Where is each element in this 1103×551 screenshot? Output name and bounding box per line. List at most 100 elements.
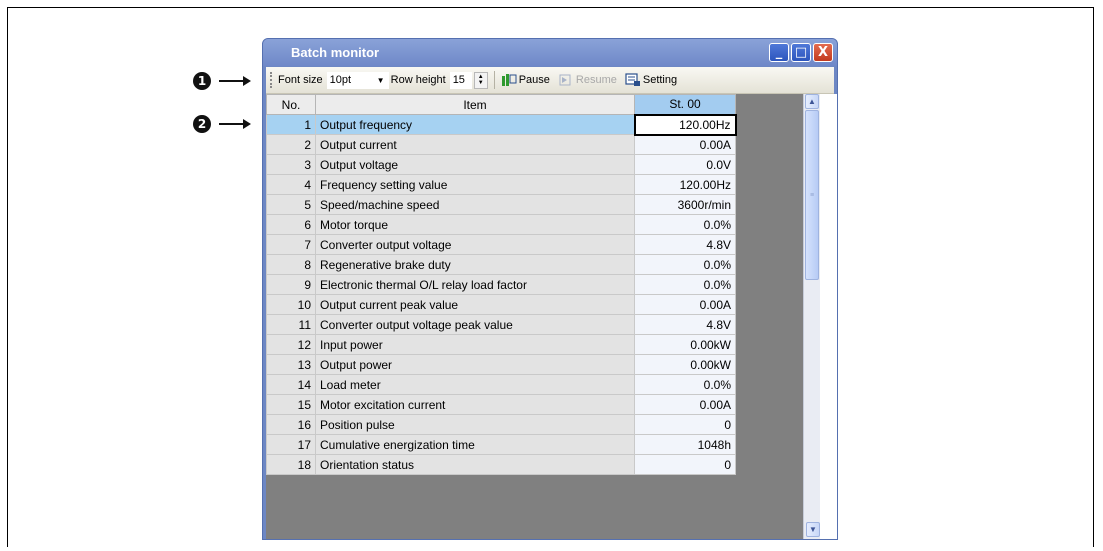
scroll-down-icon[interactable]: ▼ [806,522,820,537]
chevron-down-icon: ▼ [376,75,385,85]
table-row[interactable]: 14 Load meter 0.0% [266,374,736,395]
row-value[interactable]: 0.00A [634,134,736,155]
row-value[interactable]: 0 [634,414,736,435]
row-item: Position pulse [315,414,635,435]
row-item: Input power [315,334,635,355]
row-number: 4 [266,174,316,195]
toolbar-grip-icon[interactable] [270,72,275,88]
table-row[interactable]: 12 Input power 0.00kW [266,334,736,355]
row-value[interactable]: 0.0% [634,274,736,295]
row-number: 11 [266,314,316,335]
resume-button[interactable]: Resume [558,73,617,87]
maximize-button[interactable]: □ [791,43,811,62]
setting-icon [625,73,640,86]
setting-button[interactable]: Setting [625,73,677,87]
scroll-up-icon[interactable]: ▲ [805,94,819,109]
row-item: Output power [315,354,635,375]
row-value[interactable]: 0.00A [634,294,736,315]
table-row[interactable]: 2 Output current 0.00A [266,134,736,155]
batch-monitor-window: Batch monitor _ □ X Font size 10pt ▼ Row… [262,38,838,540]
row-height-input[interactable]: 15 [449,71,472,89]
row-value[interactable]: 0 [634,454,736,475]
row-value[interactable]: 0.0% [634,254,736,275]
row-number: 10 [266,294,316,315]
table-row[interactable]: 18 Orientation status 0 [266,454,736,475]
row-value[interactable]: 120.00Hz [633,113,737,136]
row-number: 13 [266,354,316,375]
row-value[interactable]: 4.8V [634,314,736,335]
table-row[interactable]: 4 Frequency setting value 120.00Hz [266,174,736,195]
scroll-thumb[interactable]: ≡ [805,110,819,280]
row-item: Converter output voltage peak value [315,314,635,335]
table-row[interactable]: 5 Speed/machine speed 3600r/min [266,194,736,215]
window-empty-area [820,94,837,539]
table-row[interactable]: 1 Output frequency 120.00Hz [266,113,737,136]
title-bar[interactable]: Batch monitor _ □ X [263,39,837,66]
row-number: 1 [266,114,316,135]
column-header-station[interactable]: St. 00 [634,94,736,115]
table-row[interactable]: 16 Position pulse 0 [266,414,736,435]
row-value[interactable]: 120.00Hz [634,174,736,195]
toolbar: Font size 10pt ▼ Row height 15 ▲ ▼ Pause … [266,67,834,94]
setting-label: Setting [642,74,678,86]
callout-2: 2 [193,115,251,133]
row-item: Output current [315,134,635,155]
close-button[interactable]: X [813,43,833,62]
row-item: Motor excitation current [315,394,635,415]
table-row[interactable]: 7 Converter output voltage 4.8V [266,234,736,255]
row-item: Output current peak value [315,294,635,315]
column-header-item[interactable]: Item [315,94,635,115]
row-number: 6 [266,214,316,235]
window-controls: _ □ X [769,43,833,62]
row-value[interactable]: 4.8V [634,234,736,255]
window-title: Batch monitor [291,45,380,60]
monitor-table: No. Item St. 00 1 Output frequency 120.00H… [266,94,737,475]
row-item: Regenerative brake duty [315,254,635,275]
row-value[interactable]: 0.00A [634,394,736,415]
row-item: Frequency setting value [315,174,635,195]
row-value[interactable]: 0.0% [634,374,736,395]
row-number: 14 [266,374,316,395]
callout-number: 2 [193,115,211,133]
row-number: 16 [266,414,316,435]
row-height-label: Row height [390,74,446,86]
minimize-button[interactable]: _ [769,43,789,62]
table-row[interactable]: 10 Output current peak value 0.00A [266,294,736,315]
row-item: Output frequency [315,114,635,135]
row-value[interactable]: 0.00kW [634,334,736,355]
table-row[interactable]: 13 Output power 0.00kW [266,354,736,375]
callout-number: 1 [193,72,211,90]
row-height-stepper[interactable]: ▲ ▼ [473,71,488,89]
row-number: 2 [266,134,316,155]
callout-1: 1 [193,72,251,90]
vertical-scrollbar[interactable]: ▲ ≡ ▼ [803,94,820,539]
resume-icon [559,74,571,86]
row-value[interactable]: 3600r/min [634,194,736,215]
row-number: 15 [266,394,316,415]
table-row[interactable]: 8 Regenerative brake duty 0.0% [266,254,736,275]
row-value[interactable]: 0.00kW [634,354,736,375]
pause-icon [501,74,517,86]
row-number: 7 [266,234,316,255]
table-row[interactable]: 6 Motor torque 0.0% [266,214,736,235]
column-header-no[interactable]: No. [266,94,316,115]
row-number: 5 [266,194,316,215]
resume-label: Resume [575,74,617,86]
table-row[interactable]: 9 Electronic thermal O/L relay load facto… [266,274,736,295]
font-size-select[interactable]: 10pt ▼ [326,71,389,89]
row-item: Motor torque [315,214,635,235]
table-row[interactable]: 15 Motor excitation current 0.00A [266,394,736,415]
font-size-value: 10pt [329,74,352,86]
row-value[interactable]: 0.0V [634,154,736,175]
row-number: 12 [266,334,316,355]
pause-button[interactable]: Pause [501,73,550,87]
monitor-grid: No. Item St. 00 1 Output frequency 120.00H… [266,94,803,539]
pause-label: Pause [518,74,550,86]
table-body: 1 Output frequency 120.00Hz 2 Output curren… [266,113,737,475]
table-row[interactable]: 3 Output voltage 0.0V [266,154,736,175]
font-size-label: Font size [278,74,323,86]
row-value[interactable]: 1048h [634,434,736,455]
table-row[interactable]: 17 Cumulative energization time 1048h [266,434,736,455]
row-value[interactable]: 0.0% [634,214,736,235]
table-row[interactable]: 11 Converter output voltage peak value 4.8… [266,314,736,335]
